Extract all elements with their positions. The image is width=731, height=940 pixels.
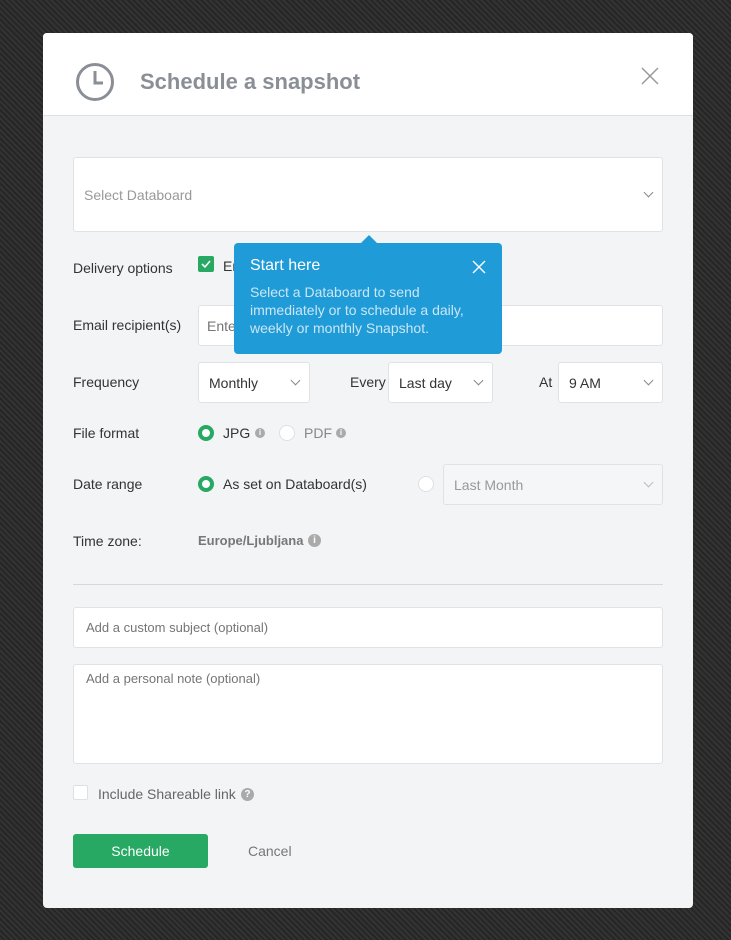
delivery-label: Delivery options xyxy=(73,260,173,276)
chevron-down-icon xyxy=(473,375,484,386)
divider xyxy=(73,584,663,585)
every-label: Every xyxy=(350,374,386,390)
tooltip-body: Select a Databoard to send immediately o… xyxy=(250,284,464,336)
schedule-button[interactable]: Schedule xyxy=(73,834,208,868)
file-format-label: File format xyxy=(73,425,140,441)
close-icon[interactable] xyxy=(640,66,660,86)
tooltip-title: Start here xyxy=(250,257,321,274)
databoard-placeholder: Select Databoard xyxy=(84,186,193,203)
chevron-down-icon xyxy=(643,187,654,198)
frequency-value: Monthly xyxy=(209,374,259,391)
as-set-label: As set on Databoard(s) xyxy=(223,476,367,492)
dialog-header: Schedule a snapshot xyxy=(43,33,693,116)
clock-icon xyxy=(76,63,114,101)
help-icon[interactable]: ? xyxy=(241,788,254,801)
every-value: Last day xyxy=(399,374,452,391)
date-range-select[interactable]: Last Month xyxy=(443,464,663,505)
chevron-down-icon xyxy=(643,375,654,386)
time-value: 9 AM xyxy=(569,374,601,391)
close-icon[interactable] xyxy=(472,260,486,274)
every-select[interactable]: Last day xyxy=(388,362,493,403)
timezone-value: Europe/Ljubljana xyxy=(198,533,304,548)
pdf-label: PDF xyxy=(304,425,332,441)
frequency-select[interactable]: Monthly xyxy=(198,362,310,403)
email-checkbox[interactable] xyxy=(198,256,214,272)
dialog-title: Schedule a snapshot xyxy=(140,69,361,94)
recipients-label: Email recipient(s) xyxy=(73,317,182,333)
shareable-checkbox[interactable] xyxy=(73,785,88,800)
jpg-label: JPG xyxy=(223,425,251,441)
databoard-select[interactable]: Select Databoard xyxy=(73,157,663,232)
date-range-value: Last Month xyxy=(454,476,524,493)
info-icon[interactable]: i xyxy=(255,428,265,438)
cancel-button[interactable]: Cancel xyxy=(248,843,292,859)
note-textarea[interactable] xyxy=(73,664,663,764)
check-icon xyxy=(201,260,211,269)
timezone-label: Time zone: xyxy=(73,533,142,549)
subject-input[interactable] xyxy=(73,607,663,648)
time-select[interactable]: 9 AM xyxy=(558,362,663,403)
info-icon[interactable]: i xyxy=(336,428,346,438)
jpg-radio[interactable] xyxy=(198,425,214,441)
start-here-tooltip: Start here Select a Databoard to send im… xyxy=(234,235,502,354)
at-label: At xyxy=(539,374,553,390)
date-range-label: Date range xyxy=(73,476,143,492)
pdf-radio[interactable] xyxy=(279,425,295,441)
custom-range-radio[interactable] xyxy=(418,476,434,492)
schedule-snapshot-dialog: Schedule a snapshot Select Databoard Del… xyxy=(43,33,693,908)
frequency-label: Frequency xyxy=(73,374,140,390)
chevron-down-icon xyxy=(290,375,301,386)
info-icon[interactable]: i xyxy=(308,534,321,547)
as-set-radio[interactable] xyxy=(198,476,214,492)
shareable-label: Include Shareable link xyxy=(98,786,236,802)
chevron-down-icon xyxy=(643,477,654,488)
